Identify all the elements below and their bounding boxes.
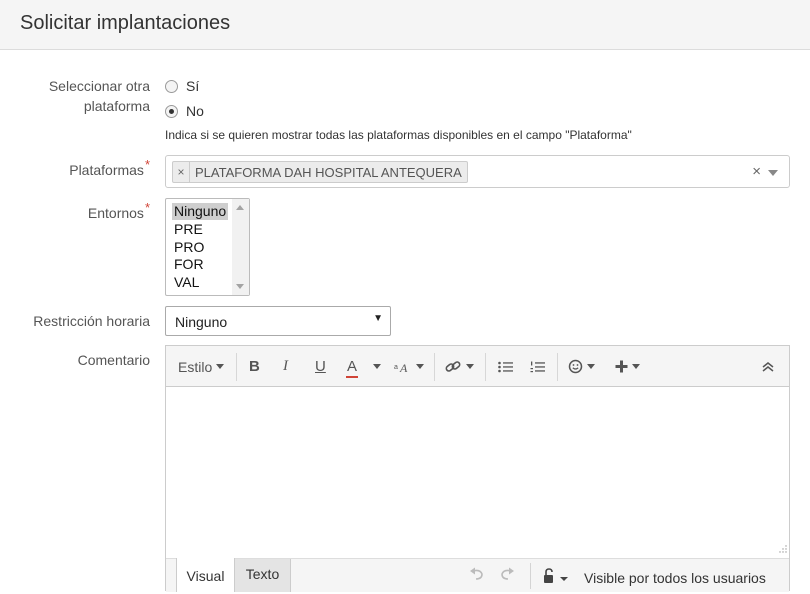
- page-title: Solicitar implantaciones: [20, 12, 231, 34]
- unlock-icon: [544, 568, 568, 583]
- radio-si[interactable]: [165, 79, 178, 93]
- tab-text[interactable]: Texto: [235, 559, 291, 592]
- font-size-icon: aA: [394, 361, 408, 374]
- radio-no[interactable]: [165, 104, 178, 118]
- environments-label-text: Entornos: [87, 205, 144, 221]
- style-dropdown[interactable]: Estilo: [178, 346, 225, 387]
- comment-label: Comentario: [77, 352, 150, 368]
- platforms-label-text: Plataformas: [69, 162, 144, 178]
- chevron-down-icon: [373, 364, 381, 369]
- comment-textarea[interactable]: [166, 388, 789, 558]
- link-icon: [445, 360, 461, 372]
- page-header: Solicitar implantaciones: [0, 0, 810, 50]
- chevron-down-icon[interactable]: [768, 170, 778, 176]
- other-platform-label-line1: Seleccionar otra: [48, 78, 150, 94]
- toolbar-divider: [434, 353, 435, 381]
- plus-icon: [615, 360, 628, 373]
- svg-text:A: A: [399, 361, 408, 374]
- comment-editor: Estilo B I U A aA Visual Texto Visible p…: [165, 345, 790, 592]
- bold-button[interactable]: B: [249, 346, 260, 387]
- chevron-down-icon: [416, 364, 424, 369]
- underline-button[interactable]: U: [315, 346, 326, 387]
- svg-text:a: a: [394, 364, 398, 371]
- platform-chip: × PLATAFORMA DAH HOSPITAL ANTEQUERA: [172, 161, 468, 183]
- radio-si-label: Sí: [186, 78, 200, 94]
- time-restriction-value: Ninguno: [175, 314, 228, 330]
- listbox-scrollbar[interactable]: [232, 199, 249, 295]
- platform-chip-label: PLATAFORMA DAH HOSPITAL ANTEQUERA: [195, 164, 462, 180]
- environment-option-pre[interactable]: PRE: [172, 221, 205, 238]
- redo-icon[interactable]: [499, 567, 515, 586]
- toolbar-divider: [557, 353, 558, 381]
- required-mark: *: [144, 200, 150, 215]
- other-platform-label: Seleccionar otra plataforma: [49, 76, 150, 116]
- radio-option-si[interactable]: Sí: [165, 76, 199, 96]
- time-restriction-select[interactable]: Ninguno ▼: [165, 306, 391, 336]
- editor-footer: Visual Texto Visible por todos los usuar…: [166, 558, 789, 592]
- tab-visual[interactable]: Visual: [176, 558, 235, 592]
- scroll-up-icon[interactable]: [236, 205, 244, 210]
- smiley-icon: [568, 359, 583, 374]
- toolbar-divider: [485, 353, 486, 381]
- insert-more-dropdown[interactable]: [615, 346, 640, 387]
- undo-icon[interactable]: [469, 567, 485, 586]
- chevron-down-icon: [216, 364, 225, 369]
- italic-button[interactable]: I: [283, 346, 288, 387]
- platforms-select[interactable]: × PLATAFORMA DAH HOSPITAL ANTEQUERA ×: [165, 155, 790, 188]
- font-size-dropdown[interactable]: aA: [394, 346, 424, 387]
- editor-toolbar: Estilo B I U A aA: [166, 346, 789, 387]
- double-chevron-up-icon: [762, 361, 774, 372]
- chevron-down-icon: [466, 364, 474, 369]
- other-platform-label-line2: plataforma: [83, 98, 150, 114]
- chevron-down-icon: [632, 364, 640, 369]
- text-color-button[interactable]: A: [346, 346, 359, 387]
- clear-icon[interactable]: ×: [752, 163, 761, 180]
- collapse-toolbar-button[interactable]: [762, 346, 774, 387]
- text-color-letter: A: [347, 358, 358, 375]
- toolbar-divider: [236, 353, 237, 381]
- chip-remove-icon[interactable]: ×: [173, 162, 190, 182]
- platforms-label: Plataformas*: [69, 157, 150, 181]
- emoticon-dropdown[interactable]: [568, 346, 595, 387]
- visibility-label[interactable]: Visible por todos los usuarios: [584, 570, 766, 586]
- link-dropdown[interactable]: [445, 346, 474, 387]
- environments-listbox[interactable]: Ninguno PRE PRO FOR VAL: [165, 198, 250, 296]
- resize-handle-icon[interactable]: [778, 544, 787, 556]
- other-platform-help: Indica si se quieren mostrar todas las p…: [165, 128, 632, 142]
- style-dropdown-label: Estilo: [178, 358, 213, 375]
- environments-label: Entornos*: [87, 200, 150, 224]
- numbered-list-button[interactable]: [530, 346, 545, 387]
- environment-option-val[interactable]: VAL: [172, 274, 201, 291]
- radio-no-label: No: [186, 103, 204, 119]
- numbered-list-icon: [530, 361, 545, 372]
- scroll-down-icon[interactable]: [236, 284, 244, 289]
- text-color-bar: [346, 376, 359, 378]
- environment-option-for[interactable]: FOR: [172, 256, 206, 273]
- chevron-down-icon: [587, 364, 595, 369]
- caret-down-icon: ▼: [373, 313, 383, 324]
- footer-divider: [530, 563, 531, 589]
- environment-option-ninguno[interactable]: Ninguno: [172, 203, 229, 220]
- required-mark: *: [144, 157, 150, 172]
- text-color-dropdown[interactable]: [369, 346, 381, 387]
- bullet-list-button[interactable]: [498, 346, 513, 387]
- time-restriction-label: Restricción horaria: [33, 313, 150, 329]
- bullet-list-icon: [498, 361, 513, 372]
- environment-option-pro[interactable]: PRO: [172, 239, 206, 256]
- visibility-dropdown[interactable]: [543, 568, 569, 589]
- radio-option-no[interactable]: No: [165, 101, 204, 121]
